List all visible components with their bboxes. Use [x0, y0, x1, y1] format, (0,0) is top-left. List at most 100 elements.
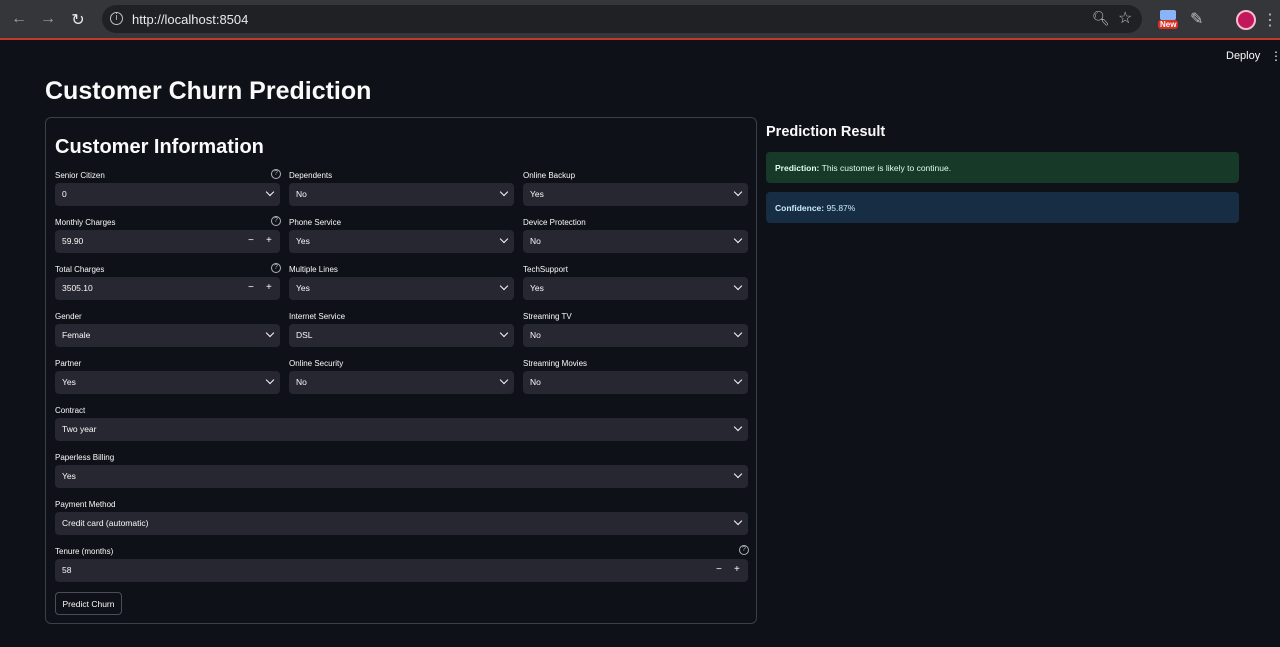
result-title: Prediction Result [766, 124, 886, 140]
streaming-movies-select[interactable]: No [523, 371, 748, 394]
site-info-icon[interactable]: i [110, 12, 123, 25]
tech-support-select[interactable]: Yes [523, 277, 748, 300]
form-title: Customer Information [55, 136, 264, 158]
increment-button[interactable]: + [266, 282, 272, 293]
prediction-label: Prediction: [775, 163, 820, 173]
select-value: Yes [296, 236, 310, 246]
extensions-puzzle-icon[interactable]: ✎ [1190, 9, 1203, 29]
phone-service-select[interactable]: Yes [289, 230, 514, 253]
field-label: Paperless Billing [55, 453, 115, 462]
decrement-button[interactable]: − [248, 282, 254, 293]
chevron-down-icon [499, 375, 509, 385]
paperless-billing-select[interactable]: Yes [55, 465, 748, 488]
field-label: Online Backup [523, 171, 576, 180]
back-icon[interactable]: ← [9, 10, 29, 28]
multiple-lines-select[interactable]: Yes [289, 277, 514, 300]
deploy-button[interactable]: Deploy [1226, 50, 1260, 62]
chevron-down-icon [733, 375, 743, 385]
device-protection-select[interactable]: No [523, 230, 748, 253]
online-security-select[interactable]: No [289, 371, 514, 394]
select-value: Two year [62, 424, 97, 434]
field-label: Monthly Charges [55, 218, 116, 227]
monthly-charges-input[interactable]: 59.90 − + [55, 230, 280, 253]
decrement-button[interactable]: − [716, 564, 722, 575]
contract-select[interactable]: Two year [55, 418, 748, 441]
select-value: Yes [62, 377, 76, 387]
dependents-select[interactable]: No [289, 183, 514, 206]
address-bar[interactable]: i http://localhost:8504 🔍︎ ☆ [102, 5, 1142, 33]
zoom-icon[interactable]: 🔍︎ [1092, 10, 1110, 27]
field-label: Senior Citizen [55, 171, 105, 180]
streaming-tv-select[interactable]: No [523, 324, 748, 347]
page-title: Customer Churn Prediction [45, 77, 372, 105]
chevron-down-icon [265, 187, 275, 197]
field-label: Contract [55, 406, 86, 415]
field-label: Tenure (months) [55, 547, 114, 556]
confidence-label: Confidence: [775, 203, 825, 213]
url-text: http://localhost:8504 [132, 12, 249, 27]
field-label: Phone Service [289, 218, 342, 227]
reload-icon[interactable]: ↻ [68, 10, 88, 30]
chevron-down-icon [733, 187, 743, 197]
predict-churn-button[interactable]: Predict Churn [55, 592, 122, 615]
help-icon[interactable]: ? [271, 263, 281, 273]
select-value: DSL [296, 330, 313, 340]
confidence-alert: Confidence: 95.87% [766, 192, 1239, 223]
chevron-down-icon [499, 234, 509, 244]
field-label: Dependents [289, 171, 333, 180]
chevron-down-icon [733, 516, 743, 526]
select-value: Yes [530, 189, 544, 199]
select-value: No [296, 377, 307, 387]
chevron-down-icon [265, 328, 275, 338]
browser-toolbar: ← → ↻ i http://localhost:8504 🔍︎ ☆ New ✎… [0, 0, 1280, 40]
input-value: 58 [62, 565, 72, 575]
field-label: Streaming TV [523, 312, 572, 321]
extension-new-icon[interactable]: New [1158, 10, 1179, 30]
field-label: TechSupport [523, 265, 568, 274]
help-icon[interactable]: ? [271, 216, 281, 226]
field-label: Device Protection [523, 218, 586, 227]
field-label: Payment Method [55, 500, 116, 509]
forward-icon[interactable]: → [38, 10, 58, 28]
tenure-input[interactable]: 58 − + [55, 559, 748, 582]
app-menu-icon[interactable]: ⋮ [1270, 49, 1280, 63]
increment-button[interactable]: + [734, 564, 740, 575]
field-label: Partner [55, 359, 82, 368]
select-value: No [530, 236, 541, 246]
select-value: No [530, 377, 541, 387]
gender-select[interactable]: Female [55, 324, 280, 347]
select-value: Yes [62, 471, 76, 481]
bookmark-star-icon[interactable]: ☆ [1118, 8, 1132, 28]
chevron-down-icon [499, 281, 509, 291]
chevron-down-icon [733, 234, 743, 244]
select-value: Female [62, 330, 91, 340]
payment-method-select[interactable]: Credit card (automatic) [55, 512, 748, 535]
select-value: Yes [296, 283, 310, 293]
increment-button[interactable]: + [266, 235, 272, 246]
decrement-button[interactable]: − [248, 235, 254, 246]
senior-citizen-select[interactable]: 0 [55, 183, 280, 206]
help-icon[interactable]: ? [271, 169, 281, 179]
field-label: Gender [55, 312, 82, 321]
internet-service-select[interactable]: DSL [289, 324, 514, 347]
field-label: Online Security [289, 359, 344, 368]
help-icon[interactable]: ? [739, 545, 749, 555]
online-backup-select[interactable]: Yes [523, 183, 748, 206]
prediction-text: This customer is likely to continue. [821, 163, 952, 173]
input-value: 3505.10 [62, 283, 93, 293]
browser-menu-icon[interactable]: ⋮ [1262, 10, 1278, 30]
total-charges-input[interactable]: 3505.10 − + [55, 277, 280, 300]
prediction-alert: Prediction: This customer is likely to c… [766, 152, 1239, 183]
select-value: No [296, 189, 307, 199]
chevron-down-icon [733, 469, 743, 479]
customer-form: Customer Information Senior Citizen ? 0 … [45, 117, 757, 624]
select-value: Yes [530, 283, 544, 293]
input-value: 59.90 [62, 236, 84, 246]
extension-icon-box [1160, 10, 1176, 20]
field-label: Streaming Movies [523, 359, 588, 368]
select-value: 0 [62, 189, 67, 199]
profile-avatar[interactable] [1236, 10, 1256, 30]
field-label: Total Charges [55, 265, 105, 274]
partner-select[interactable]: Yes [55, 371, 280, 394]
select-value: No [530, 330, 541, 340]
